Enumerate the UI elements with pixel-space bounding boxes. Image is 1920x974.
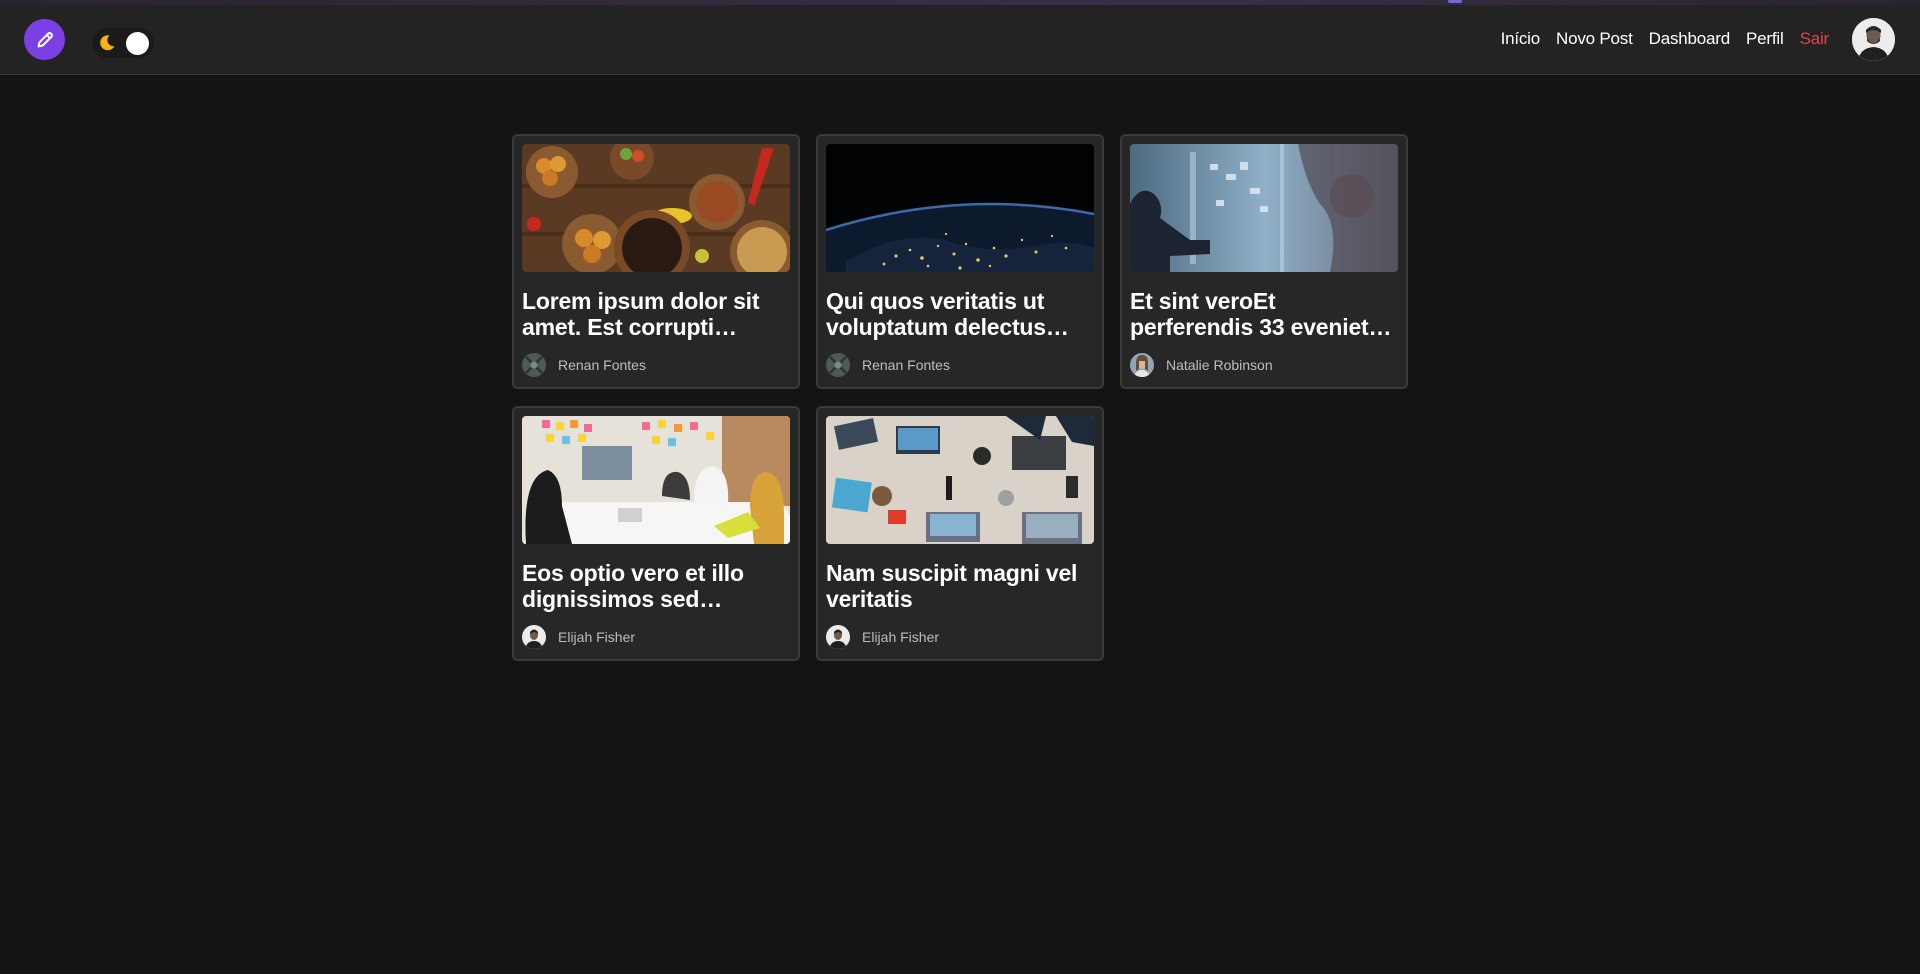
pencil-icon — [37, 31, 53, 47]
post-author: Renan Fontes — [522, 353, 646, 377]
author-avatar — [826, 625, 850, 649]
author-name: Renan Fontes — [558, 357, 646, 373]
post-card[interactable]: Nam suscipit magni vel veritatis Elijah … — [816, 406, 1104, 661]
post-card[interactable]: Eos optio vero et illo dignissimos sed d… — [512, 406, 800, 661]
post-card[interactable]: Qui quos veritatis ut voluptatum delectu… — [816, 134, 1104, 389]
desk-laptops-image — [826, 416, 1094, 544]
post-author: Elijah Fisher — [522, 625, 635, 649]
post-card[interactable]: Lorem ipsum dolor sit amet. Est corrupti… — [512, 134, 800, 389]
food-bowls-image — [522, 144, 790, 272]
nav-link-novo-post[interactable]: Novo Post — [1556, 29, 1633, 49]
author-avatar — [826, 353, 850, 377]
author-name: Renan Fontes — [862, 357, 950, 373]
toggle-knob[interactable] — [126, 32, 149, 55]
post-title[interactable]: Nam suscipit magni vel veritatis — [826, 560, 1094, 612]
post-title[interactable]: Eos optio vero et illo dignissimos sed d… — [522, 560, 790, 612]
post-author: Elijah Fisher — [826, 625, 939, 649]
glass-wall-office-image — [1130, 144, 1398, 272]
user-avatar[interactable] — [1852, 18, 1895, 61]
nav-link-inicio[interactable]: Início — [1501, 29, 1541, 49]
logo-button[interactable] — [24, 19, 65, 60]
posts-grid: Lorem ipsum dolor sit amet. Est corrupti… — [512, 134, 1408, 661]
post-card[interactable]: Et sint veroEt perferendis 33 eveniet au… — [1120, 134, 1408, 389]
post-title[interactable]: Qui quos veritatis ut voluptatum delectu… — [826, 288, 1094, 340]
team-meeting-image — [522, 416, 790, 544]
author-avatar — [522, 353, 546, 377]
author-name: Elijah Fisher — [862, 629, 940, 645]
post-title[interactable]: Lorem ipsum dolor sit amet. Est corrupti… — [522, 288, 790, 340]
nav-link-perfil[interactable]: Perfil — [1746, 29, 1784, 49]
post-author: Renan Fontes — [826, 353, 950, 377]
nav-link-dashboard[interactable]: Dashboard — [1649, 29, 1731, 49]
moon-icon — [95, 31, 119, 55]
post-author: Natalie Robinson — [1130, 353, 1273, 377]
nav-link-sair[interactable]: Sair — [1800, 29, 1830, 49]
earth-night-image — [826, 144, 1094, 272]
main-nav: Início Novo Post Dashboard Perfil Sair — [1501, 27, 1830, 51]
app-header: Início Novo Post Dashboard Perfil Sair — [0, 5, 1920, 75]
author-name: Natalie Robinson — [1166, 357, 1273, 373]
author-avatar — [522, 625, 546, 649]
theme-toggle[interactable] — [92, 28, 154, 58]
author-name: Elijah Fisher — [558, 629, 636, 645]
author-avatar — [1130, 353, 1154, 377]
top-indicator — [1448, 0, 1462, 3]
post-title[interactable]: Et sint veroEt perferendis 33 eveniet au… — [1130, 288, 1398, 340]
